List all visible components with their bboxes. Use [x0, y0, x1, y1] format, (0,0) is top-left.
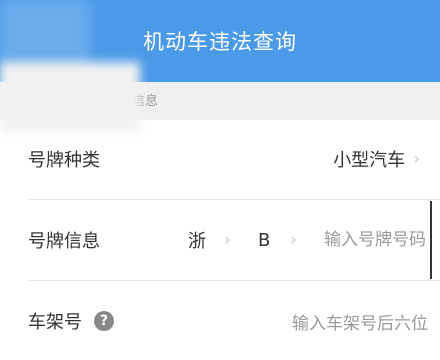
frame-number-placeholder: 输入车架号后六位 [292, 313, 428, 334]
plate-info-row: 号牌信息 浙 › B › 输入号牌号码 [0, 201, 440, 279]
frame-number-input[interactable]: 输入车架号后六位 [292, 282, 428, 360]
divider [28, 199, 440, 200]
plate-type-selector[interactable]: 小型汽车 › [333, 120, 420, 198]
frame-number-label: 车架号 [28, 312, 82, 333]
plate-number-input[interactable]: 输入号牌号码 [324, 201, 432, 279]
chevron-right-icon: › [224, 230, 231, 250]
plate-info-label: 号牌信息 [28, 231, 100, 252]
chevron-right-icon: › [413, 149, 420, 169]
frame-number-label-group: 车架号 ? [28, 282, 114, 360]
city-letter-selector[interactable]: B [258, 201, 270, 279]
plate-type-label: 号牌种类 [28, 150, 100, 171]
divider [28, 280, 440, 281]
plate-number-placeholder: 输入号牌号码 [324, 230, 426, 250]
help-icon[interactable]: ? [94, 311, 114, 331]
plate-type-value: 小型汽车 [333, 150, 406, 171]
plate-type-row[interactable]: 号牌种类 小型汽车 › [0, 120, 440, 198]
province-selector[interactable]: 浙 [188, 201, 206, 279]
frame-number-row: 车架号 ? 输入车架号后六位 [0, 282, 440, 360]
chevron-right-icon: › [290, 230, 297, 250]
